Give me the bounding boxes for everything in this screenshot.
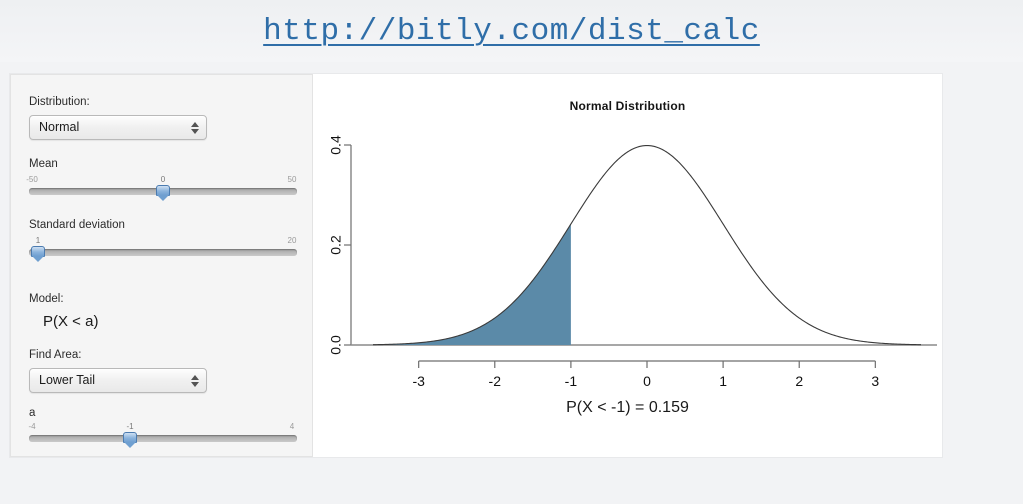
mean-label: Mean bbox=[29, 158, 58, 170]
a-slider-track[interactable] bbox=[29, 435, 297, 442]
x-tick-label: -2 bbox=[489, 373, 502, 389]
model-expression: P(X < a) bbox=[43, 313, 99, 330]
a-slider-max-label: 4 bbox=[289, 422, 295, 431]
sd-slider-ticks: 1 20 bbox=[29, 236, 297, 247]
distribution-select[interactable]: Normal bbox=[29, 115, 207, 140]
controls-sidebar: Distribution: Normal Mean -50 0 50 Stand… bbox=[10, 74, 313, 457]
sd-slider[interactable]: 1 20 bbox=[29, 236, 297, 262]
a-slider[interactable]: -4 -1 4 bbox=[28, 422, 297, 448]
probability-result: P(X < -1) = 0.159 bbox=[566, 399, 689, 416]
mean-slider-handle-point bbox=[157, 195, 169, 201]
a-label: a bbox=[29, 407, 36, 419]
y-tick-label: 0.0 bbox=[328, 335, 344, 355]
sd-slider-track[interactable] bbox=[29, 249, 297, 256]
sd-slider-max-label: 20 bbox=[287, 236, 297, 245]
chevron-up-icon bbox=[190, 375, 199, 380]
mean-slider[interactable]: -50 0 50 bbox=[26, 175, 297, 201]
stepper-icon[interactable] bbox=[187, 118, 202, 138]
chart-axes bbox=[350, 145, 937, 362]
a-slider-ticks: -4 -1 4 bbox=[28, 422, 297, 433]
sd-slider-handle-point bbox=[32, 256, 44, 262]
shaded-region bbox=[373, 224, 571, 345]
chevron-down-icon bbox=[190, 382, 199, 387]
find-area-select-value: Lower Tail bbox=[39, 373, 96, 387]
find-area-label: Find Area: bbox=[29, 349, 82, 361]
density-curve bbox=[372, 144, 922, 346]
chevron-down-icon bbox=[190, 129, 199, 134]
app-window: Distribution: Normal Mean -50 0 50 Stand… bbox=[10, 74, 942, 457]
x-tick-label: 0 bbox=[643, 373, 651, 389]
stepper-icon[interactable] bbox=[187, 371, 202, 391]
x-tick-label: 1 bbox=[719, 373, 727, 389]
mean-slider-max-label: 50 bbox=[287, 175, 297, 184]
sd-slider-value-label: 1 bbox=[35, 236, 41, 245]
y-tick-label: 0.4 bbox=[328, 135, 344, 155]
x-tick-label: -1 bbox=[565, 373, 578, 389]
y-tick-label: 0.2 bbox=[328, 235, 344, 255]
distribution-select-value: Normal bbox=[39, 120, 80, 134]
mean-slider-handle[interactable] bbox=[156, 185, 170, 201]
a-slider-handle[interactable] bbox=[123, 432, 137, 448]
sd-label: Standard deviation bbox=[29, 219, 125, 231]
find-area-select[interactable]: Lower Tail bbox=[29, 368, 207, 393]
chevron-up-icon bbox=[190, 122, 199, 127]
mean-slider-value-label: 0 bbox=[160, 175, 166, 184]
distribution-chart: 0.0 0.2 0.4 -3 -2 -1 0 1 2 3 bbox=[328, 135, 937, 389]
x-tick-label: 3 bbox=[871, 373, 879, 389]
x-tick-label: 2 bbox=[795, 373, 803, 389]
distribution-label: Distribution: bbox=[29, 96, 90, 108]
y-axis-ticks: 0.0 0.2 0.4 bbox=[328, 135, 351, 355]
plot-panel: Normal Distribution 0.0 0.2 0.4 -3 -2 -1 0 1 2 3… bbox=[313, 74, 942, 457]
x-axis-ticks: -3 -2 -1 0 1 2 3 bbox=[412, 361, 879, 389]
a-slider-handle-point bbox=[124, 442, 136, 448]
a-slider-value-label: -1 bbox=[126, 422, 134, 431]
sd-slider-handle[interactable] bbox=[31, 246, 45, 262]
model-label: Model: bbox=[29, 293, 64, 305]
a-slider-min-label: -4 bbox=[28, 422, 36, 431]
page-header: http://bitly.com/dist_calc bbox=[0, 0, 1023, 62]
app-url-link[interactable]: http://bitly.com/dist_calc bbox=[263, 14, 760, 49]
mean-slider-min-label: -50 bbox=[26, 175, 38, 184]
x-tick-label: -3 bbox=[412, 373, 425, 389]
